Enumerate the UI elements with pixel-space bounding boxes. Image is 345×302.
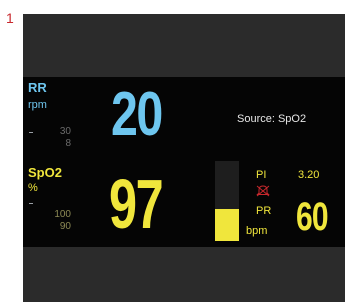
spo2-limit-tick <box>29 203 33 204</box>
spo2-value[interactable]: 97 <box>109 169 164 239</box>
rr-value[interactable]: 20 <box>111 84 163 146</box>
pi-value: 3.20 <box>298 169 320 181</box>
vitals-panel: RR rpm 30 8 20 Source: SpO2 SpO2 % 100 9… <box>23 77 345 247</box>
alarm-off-icon <box>256 185 270 197</box>
spo2-label: SpO2 <box>28 165 62 180</box>
spo2-unit: % <box>28 182 38 194</box>
rr-limit-low: 8 <box>65 138 71 149</box>
pr-unit: bpm <box>246 225 268 237</box>
rr-limit-high: 30 <box>59 126 71 137</box>
rr-unit: rpm <box>28 99 47 111</box>
rr-label: RR <box>28 80 47 95</box>
pi-label: PI <box>256 169 267 181</box>
perfusion-bar-fill <box>215 209 239 241</box>
pr-label: PR <box>256 205 272 217</box>
pr-value[interactable]: 60 <box>296 197 329 237</box>
figure-label: 1 <box>6 10 14 26</box>
rr-alarm-limits: 30 8 <box>29 126 71 156</box>
perfusion-bar <box>215 161 239 241</box>
spo2-limit-low: 90 <box>59 221 71 232</box>
spo2-alarm-limits: 100 90 <box>29 203 71 239</box>
rr-limit-tick <box>29 132 33 133</box>
spo2-limit-high: 100 <box>54 209 71 220</box>
rr-source: Source: SpO2 <box>237 113 307 125</box>
